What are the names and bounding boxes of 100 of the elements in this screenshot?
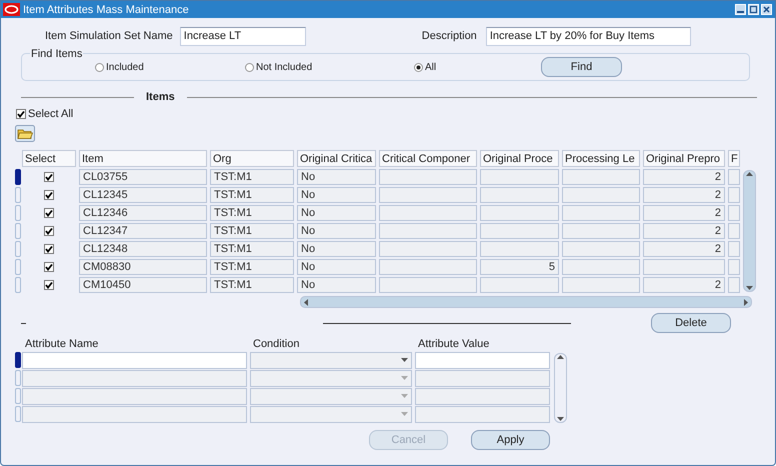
table-cell: 2: [643, 223, 725, 239]
find-button[interactable]: Find: [541, 57, 622, 77]
column-header: Select: [22, 150, 76, 167]
table-cell: CL03755: [79, 169, 207, 185]
radio-label: Included: [106, 62, 144, 73]
attribute-value-field[interactable]: [415, 352, 550, 368]
scroll-up-icon[interactable]: [746, 171, 753, 177]
checkbox[interactable]: [44, 262, 54, 272]
checkbox[interactable]: [44, 280, 54, 290]
table-cell: CM08830: [79, 259, 207, 275]
record-indicator[interactable]: [15, 169, 21, 185]
delete-button[interactable]: Delete: [651, 313, 731, 333]
column-header: Original Proce: [480, 150, 559, 167]
action-button[interactable]: Apply: [471, 430, 550, 450]
record-indicator[interactable]: [15, 352, 21, 368]
attribute-name-field[interactable]: [22, 370, 247, 386]
radio-button[interactable]: [95, 63, 104, 72]
attribute-name-field[interactable]: [22, 406, 247, 422]
attribute-value-field[interactable]: [415, 370, 550, 386]
table-cell: No: [297, 259, 376, 275]
table-cell: TST:M1: [210, 205, 294, 221]
minimize-icon[interactable]: [735, 4, 746, 15]
checkbox-label: Select All: [28, 108, 74, 120]
attribute-name-field[interactable]: [22, 388, 247, 404]
table-cell: [728, 259, 740, 275]
checkbox[interactable]: [16, 109, 26, 119]
table-cell: TST:M1: [210, 241, 294, 257]
scroll-right-icon[interactable]: [743, 298, 749, 306]
table-cell: No: [297, 223, 376, 239]
table-cell: 2: [643, 187, 725, 203]
table-cell: 2: [643, 277, 725, 293]
close-icon[interactable]: [761, 4, 772, 15]
attribute-value-field[interactable]: [415, 388, 550, 404]
column-header: Attribute Value: [418, 338, 490, 350]
table-cell: TST:M1: [210, 187, 294, 203]
table-cell: CL12345: [79, 187, 207, 203]
scroll-left-icon[interactable]: [303, 298, 309, 306]
group-label: Find Items: [30, 48, 84, 60]
checkbox[interactable]: [44, 226, 54, 236]
maximize-icon[interactable]: [748, 4, 759, 15]
table-cell: CL12347: [79, 223, 207, 239]
set-name-label: Item Simulation Set Name: [45, 30, 173, 42]
table-cell: [728, 241, 740, 257]
table-cell: [728, 277, 740, 293]
checkbox[interactable]: [44, 208, 54, 218]
column-header: Processing Le: [562, 150, 640, 167]
column-header: Org: [210, 150, 294, 167]
vertical-scrollbar[interactable]: [743, 170, 756, 292]
horizontal-scrollbar[interactable]: [300, 296, 752, 308]
window-title: Item Attributes Mass Maintenance: [23, 4, 190, 16]
scroll-down-icon[interactable]: [746, 285, 753, 291]
column-header: Attribute Name: [25, 338, 100, 350]
table-cell: CL12346: [79, 205, 207, 221]
column-header: Original Critica: [297, 150, 376, 167]
checkbox[interactable]: [44, 244, 54, 254]
column-header: Critical Componer: [379, 150, 477, 167]
radio-label: All: [425, 62, 436, 73]
table-cell: [728, 223, 740, 239]
table-cell: TST:M1: [210, 169, 294, 185]
description-field[interactable]: Increase LT by 20% for Buy Items: [486, 26, 691, 46]
table-cell: No: [297, 241, 376, 257]
condition-dropdown[interactable]: [250, 370, 412, 386]
table-cell: TST:M1: [210, 259, 294, 275]
table-cell: [728, 187, 740, 203]
table-cell: CM10450: [79, 277, 207, 293]
table-cell: No: [297, 205, 376, 221]
column-header: F: [728, 150, 740, 167]
logo-icon: [3, 3, 20, 16]
table-cell: [728, 205, 740, 221]
table-cell: 2: [643, 241, 725, 257]
vertical-scrollbar[interactable]: [554, 353, 567, 423]
dropdown-caret-icon[interactable]: [401, 358, 408, 362]
description-label: Description: [422, 30, 477, 42]
scroll-up-icon[interactable]: [557, 354, 564, 360]
radio-button[interactable]: [414, 63, 423, 72]
condition-dropdown[interactable]: [250, 406, 412, 422]
table-cell: No: [297, 187, 376, 203]
radio-label: Not Included: [256, 62, 312, 73]
section-title: Items: [146, 91, 175, 103]
column-header: Condition: [253, 338, 300, 350]
folder-icon[interactable]: [15, 125, 35, 142]
column-header: Item: [79, 150, 207, 167]
table-cell: TST:M1: [210, 277, 294, 293]
checkbox[interactable]: [44, 172, 54, 182]
table-cell: 2: [643, 169, 725, 185]
table-cell: [728, 169, 740, 185]
table-cell: 2: [643, 205, 725, 221]
condition-dropdown[interactable]: [250, 388, 412, 404]
attribute-name-field[interactable]: [22, 352, 247, 368]
table-cell: CL12348: [79, 241, 207, 257]
column-header: Original Prepro: [643, 150, 725, 167]
set-name-field[interactable]: Increase LT: [180, 26, 306, 46]
radio-button[interactable]: [245, 63, 254, 72]
table-cell: No: [297, 277, 376, 293]
table-cell: TST:M1: [210, 223, 294, 239]
table-cell: 5: [480, 259, 559, 275]
checkbox[interactable]: [44, 190, 54, 200]
scroll-down-icon[interactable]: [557, 416, 564, 422]
attribute-value-field[interactable]: [415, 406, 550, 422]
table-cell: No: [297, 169, 376, 185]
